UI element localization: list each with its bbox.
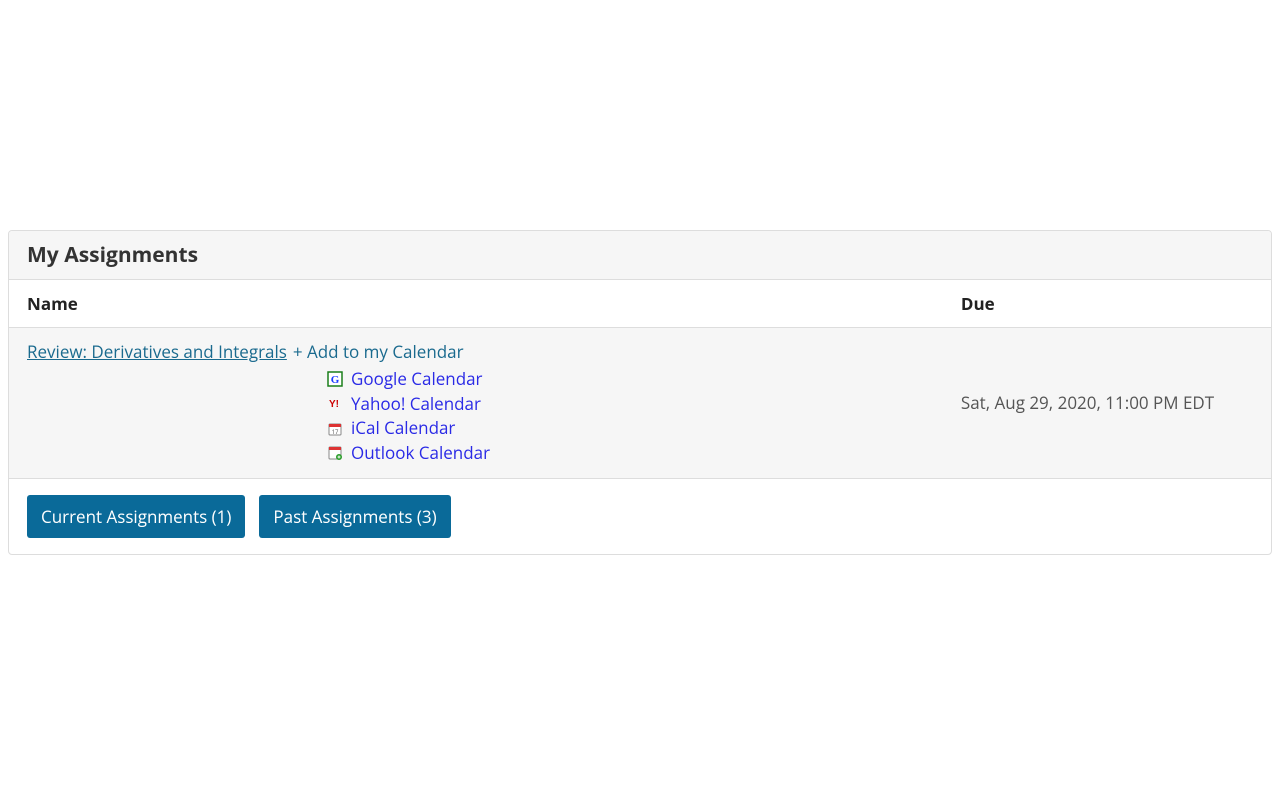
calendar-option-label: Outlook Calendar <box>351 441 490 466</box>
panel-title: My Assignments <box>27 241 1253 269</box>
calendar-option-label: Yahoo! Calendar <box>351 392 481 417</box>
table-row: Review: Derivatives and Integrals + Add … <box>9 328 1271 479</box>
past-assignments-button[interactable]: Past Assignments (3) <box>259 495 450 538</box>
calendar-option-ical[interactable]: 17 iCal Calendar <box>327 416 925 441</box>
assignments-table: Name Due Review: Derivatives and Integra… <box>9 280 1271 479</box>
assignment-link[interactable]: Review: Derivatives and Integrals <box>27 340 287 363</box>
calendar-option-yahoo[interactable]: Y! Yahoo! Calendar <box>327 392 925 417</box>
column-header-due: Due <box>943 280 1271 328</box>
svg-text:Y!: Y! <box>329 399 339 410</box>
panel-header: My Assignments <box>9 231 1271 280</box>
add-to-calendar-toggle[interactable]: + Add to my Calendar <box>293 340 464 363</box>
assignment-name-line: Review: Derivatives and Integrals + Add … <box>27 340 925 363</box>
outlook-calendar-icon <box>327 445 343 461</box>
column-header-name: Name <box>9 280 943 328</box>
calendar-option-outlook[interactable]: Outlook Calendar <box>327 441 925 466</box>
current-assignments-button[interactable]: Current Assignments (1) <box>27 495 245 538</box>
calendar-option-label: Google Calendar <box>351 367 483 392</box>
assignment-due: Sat, Aug 29, 2020, 11:00 PM EDT <box>943 328 1271 479</box>
calendar-option-label: iCal Calendar <box>351 416 455 441</box>
ical-calendar-icon: 17 <box>327 421 343 437</box>
assignment-filter-buttons: Current Assignments (1) Past Assignments… <box>9 479 1271 554</box>
calendar-options: G Google Calendar Y! Yahoo! Cale <box>27 367 925 466</box>
svg-text:G: G <box>331 374 340 386</box>
calendar-option-google[interactable]: G Google Calendar <box>327 367 925 392</box>
svg-text:17: 17 <box>332 428 339 436</box>
google-calendar-icon: G <box>327 371 343 387</box>
assignments-panel: My Assignments Name Due Review: Derivati… <box>8 230 1272 555</box>
yahoo-calendar-icon: Y! <box>327 396 343 412</box>
